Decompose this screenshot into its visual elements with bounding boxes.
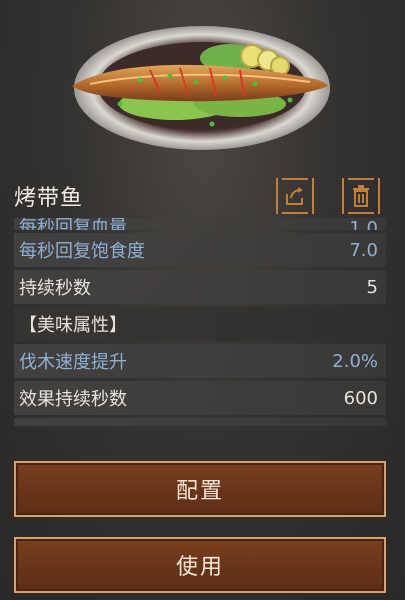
stat-row: 每秒回复血量 1.0 [14,218,386,230]
stat-label: 持续秒数 [19,278,91,299]
delete-button[interactable] [342,178,380,214]
stat-label: 伐木速度提升 [19,352,127,373]
stat-value: 7.0 [349,239,378,261]
trash-icon [353,185,369,207]
dish-title: 烤带鱼 [14,186,84,211]
stat-row: 效果持续秒数 600 [14,381,386,415]
stat-label: 每秒回复血量 [19,218,127,230]
share-button[interactable] [276,178,314,214]
stat-value: 1.0 [349,218,378,230]
stat-row [14,418,386,426]
stat-label: 每秒回复饱食度 [19,241,145,262]
stat-row: 每秒回复饱食度 7.0 [14,233,386,267]
stat-label: 效果持续秒数 [19,389,127,410]
stats-list[interactable]: 每秒回复血量 1.0 每秒回复饱食度 7.0 持续秒数 5 【美味属性】 伐木速… [14,218,386,440]
configure-button[interactable]: 配置 [14,461,386,517]
section-header-label: 【美味属性】 [19,315,127,336]
dish-image [0,0,405,170]
stat-value: 600 [343,387,378,409]
use-button[interactable]: 使用 [14,537,386,593]
stat-value: 5 [366,276,378,298]
stat-row: 持续秒数 5 [14,270,386,304]
share-icon [286,187,303,205]
stat-value: 2.0% [332,350,378,372]
stat-row: 伐木速度提升 2.0% [14,344,386,378]
section-header: 【美味属性】 [14,307,386,341]
